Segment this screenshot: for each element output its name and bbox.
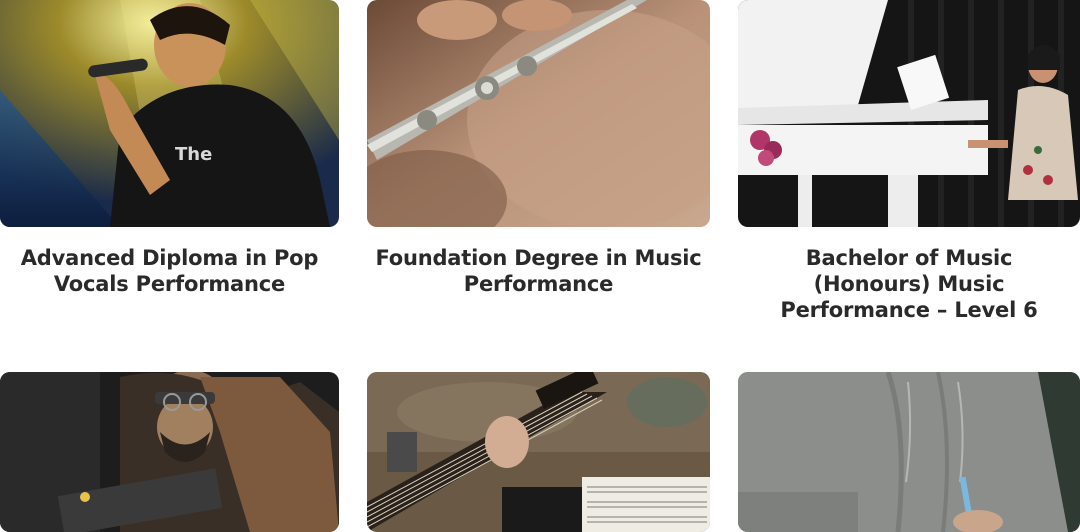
- pianist-photo[interactable]: [738, 0, 1080, 227]
- course-title[interactable]: Bachelor of Music (Honours) Music Perfor…: [738, 245, 1080, 323]
- svg-text:The: The: [175, 144, 212, 165]
- course-title[interactable]: Foundation Degree in Music Performance: [367, 245, 710, 297]
- pop-vocalist-photo[interactable]: The: [0, 0, 339, 227]
- course-card-music-performance-foundation[interactable]: Foundation Degree in Music Performance: [367, 0, 710, 300]
- course-card-bachelor-music-performance[interactable]: Bachelor of Music (Honours) Music Perfor…: [738, 0, 1080, 330]
- course-card-pop-vocals[interactable]: The Advanced Diploma in Pop Vocals Perfo…: [0, 0, 339, 300]
- student-writing-photo[interactable]: [738, 372, 1080, 532]
- course-card-6[interactable]: [738, 372, 1080, 532]
- course-title[interactable]: Advanced Diploma in Pop Vocals Performan…: [0, 245, 339, 297]
- guitarist-photo[interactable]: [0, 372, 339, 532]
- flute-player-photo[interactable]: [367, 0, 710, 227]
- course-card-5[interactable]: [367, 372, 710, 532]
- course-card-4[interactable]: [0, 372, 339, 532]
- guitar-sheet-music-photo[interactable]: [367, 372, 710, 532]
